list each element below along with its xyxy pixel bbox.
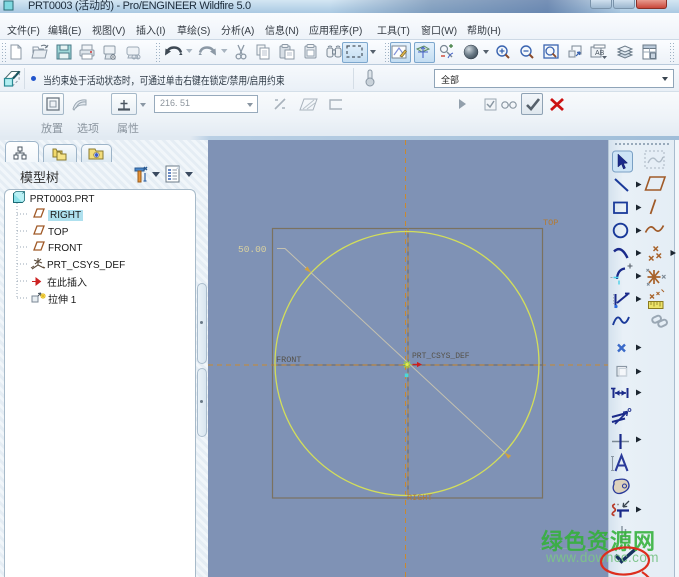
svg-text:FRONT: FRONT <box>276 355 302 365</box>
svg-text:PRT_CSYS_DEF: PRT_CSYS_DEF <box>412 352 470 361</box>
svg-text:50.00: 50.00 <box>238 244 267 255</box>
svg-text:TOP: TOP <box>543 218 558 228</box>
svg-text:AB: AB <box>595 50 605 57</box>
svg-text:RIGHT: RIGHT <box>407 493 433 503</box>
